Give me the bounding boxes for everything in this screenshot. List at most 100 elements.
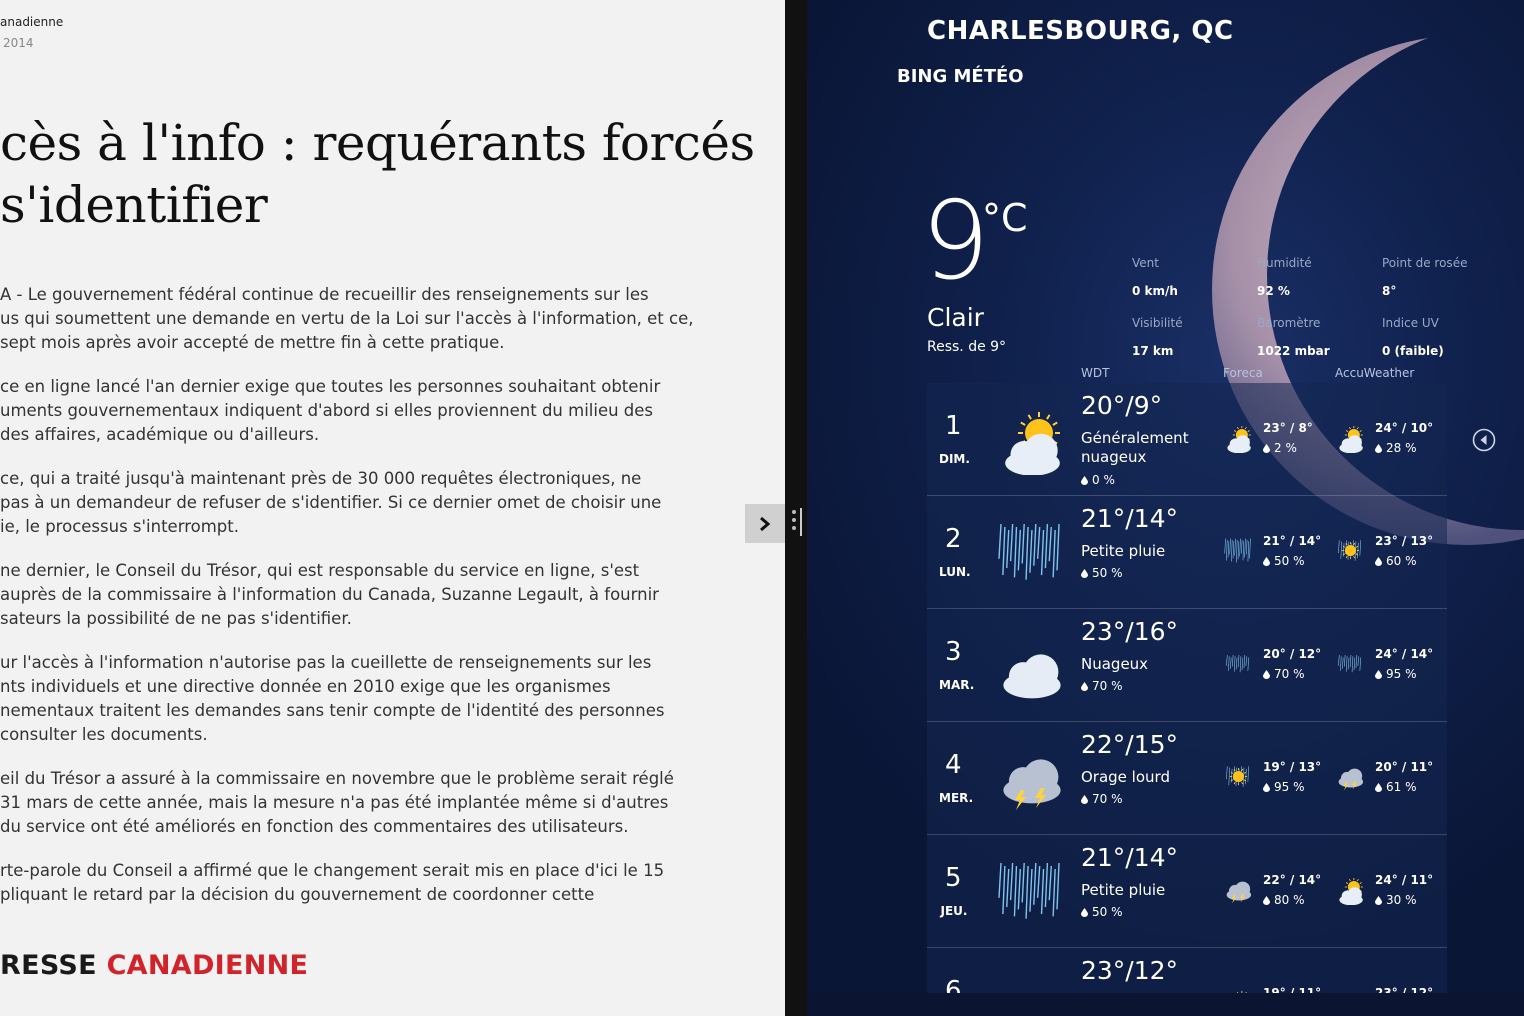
day-of-week: JEU. (940, 904, 968, 918)
accuweather-forecast: 24° / 14° 95 % (1335, 645, 1445, 685)
paragraph-line: uments gouvernementaux indiquent d'abord… (0, 401, 654, 420)
foreca-precip: 80 % (1263, 893, 1305, 907)
forecast-day-row[interactable]: 3 MAR. 23°/16° Nuageux 70 % 20° / 12° 70… (927, 609, 1447, 722)
rain-icon (998, 862, 1060, 919)
stat-value: 8° (1382, 284, 1397, 298)
accuweather-forecast: 20° / 11° 61 % (1335, 758, 1445, 798)
day-number: 1 (945, 411, 962, 441)
precip-value: 95 % (1274, 780, 1305, 794)
city-name: CHARLESBOURG, QC (927, 16, 1234, 46)
paragraph-line: ur l'accès à l'information n'autorise pa… (0, 653, 652, 672)
drop-icon (1263, 896, 1270, 905)
app-splitter[interactable] (785, 0, 807, 1016)
day-of-week: MER. (939, 791, 974, 805)
accuweather-precip: 30 % (1375, 893, 1417, 907)
day-number: 2 (945, 524, 962, 554)
provider-accuweather: AccuWeather (1335, 366, 1415, 380)
stat-label: Point de rosée (1382, 256, 1468, 270)
accuweather-temp: 23° / 12° (1375, 986, 1434, 993)
day-precip: 70 % (1081, 679, 1123, 693)
paragraph-line: sept mois après avoir accepté de mettre … (0, 333, 505, 352)
paragraph-line: 31 mars de cette année, mais la mesure n… (0, 793, 669, 812)
drop-icon (1081, 569, 1088, 578)
headline-line: s'identifier (0, 176, 268, 234)
drop-icon (1081, 682, 1088, 691)
day-number: 4 (945, 750, 962, 780)
article-paragraph: ne dernier, le Conseil du Trésor, qui es… (0, 559, 720, 631)
drop-icon (1081, 908, 1088, 917)
foreca-forecast: 22° / 14° 80 % (1223, 871, 1333, 911)
day-high-low: 22°/15° (1081, 730, 1179, 759)
drop-icon (1263, 783, 1270, 792)
thunderstorm-icon (1003, 759, 1061, 810)
drop-icon (1263, 444, 1270, 453)
paragraph-line: ce, qui a traité jusqu'à maintenant près… (0, 469, 642, 488)
day-high-low: 23°/12° (1081, 956, 1179, 985)
article-paragraph: A - Le gouvernement fédéral continue de … (0, 283, 720, 355)
partly-cloudy-icon (1339, 426, 1363, 453)
provider-wdt: WDT (1081, 366, 1110, 380)
drop-icon (1375, 670, 1382, 679)
day-condition: Orage lourd (1081, 768, 1170, 786)
stat-visibility: Visibilité 17 km (1132, 316, 1183, 358)
day-high-low: 21°/14° (1081, 843, 1179, 872)
paragraph-line: eil du Trésor a assuré à la commissaire … (0, 769, 674, 788)
foreca-forecast: 23° / 8° 2 % (1223, 419, 1333, 459)
precip-value: 70 % (1092, 792, 1123, 806)
drop-icon (1263, 557, 1270, 566)
circle-left-arrow-icon[interactable] (1472, 428, 1496, 452)
forecast-day-row[interactable]: 4 MER. 22°/15° Orage lourd 70 % 19° / 13… (927, 722, 1447, 835)
precip-value: 70 % (1274, 667, 1305, 681)
provider-foreca: Foreca (1223, 366, 1263, 380)
forecast-day-row[interactable]: 1 DIM. 20°/9° Généralement nuageux 0 % 2… (927, 383, 1447, 496)
forecast-day-row[interactable]: 5 JEU. 21°/14° Petite pluie 50 % 22° / 1… (927, 835, 1447, 948)
day-precip: 0 % (1081, 473, 1115, 487)
drop-icon (1375, 783, 1382, 792)
foreca-temp: 22° / 14° (1263, 873, 1322, 887)
accuweather-precip: 28 % (1375, 441, 1417, 455)
stat-label: Baromètre (1257, 316, 1321, 330)
drop-icon (1375, 444, 1382, 453)
thunderstorm-icon (1338, 768, 1364, 791)
forecast-list[interactable]: 1 DIM. 20°/9° Généralement nuageux 0 % 2… (927, 383, 1447, 993)
precip-value: 2 % (1274, 441, 1297, 455)
splitter-handle[interactable] (800, 508, 802, 536)
accuweather-precip: 95 % (1375, 667, 1417, 681)
paragraph-line: nts individuels et une directive donnée … (0, 677, 611, 696)
article-headline: cès à l'info : requérants forcés s'ident… (0, 112, 755, 236)
partly-cloudy-icon (1339, 878, 1363, 905)
stat-wind: Vent 0 km/h (1132, 256, 1178, 298)
accuweather-temp: 23° / 13° (1375, 534, 1434, 548)
stat-uv-index: Indice UV 0 (faible) (1382, 316, 1444, 358)
precip-value: 60 % (1386, 554, 1417, 568)
feels-like: Ress. de 9° (927, 339, 1007, 355)
foreca-forecast: 20° / 12° 70 % (1223, 645, 1333, 685)
forecast-day-row[interactable]: 6 23°/12° 19° / 11° 23° / 12° (927, 948, 1447, 993)
foreca-precip: 70 % (1263, 667, 1305, 681)
foreca-temp: 23° / 8° (1263, 421, 1313, 435)
precip-value: 80 % (1274, 893, 1305, 907)
forecast-day-row[interactable]: 2 LUN. 21°/14° Petite pluie 50 % 21° / 1… (927, 496, 1447, 609)
stat-value: 17 km (1132, 344, 1174, 358)
splitter-grip-icon[interactable] (792, 510, 796, 534)
article-pane: anadienne 2014 cès à l'info : requérants… (0, 0, 785, 1016)
accuweather-forecast: 24° / 10° 28 % (1335, 419, 1445, 459)
next-article-button[interactable] (745, 504, 785, 543)
drop-icon (1081, 476, 1088, 485)
partly-cloudy-icon (1005, 412, 1060, 475)
sun-shower-icon (1338, 540, 1362, 561)
showers-icon (1338, 654, 1362, 673)
foreca-precip: 50 % (1263, 554, 1305, 568)
stat-value: 0 km/h (1132, 284, 1178, 298)
showers-icon (1226, 654, 1250, 673)
foreca-forecast: 19° / 13° 95 % (1223, 758, 1333, 798)
day-high-low: 23°/16° (1081, 617, 1179, 646)
temperature-unit: °C (982, 196, 1028, 240)
day-number: 3 (945, 637, 962, 667)
day-condition: Généralement nuageux (1081, 429, 1189, 466)
drop-icon (1081, 795, 1088, 804)
drop-icon (1375, 896, 1382, 905)
cloud-icon (1003, 654, 1061, 699)
thunderstorm-icon (1226, 881, 1252, 904)
article-paragraph: ce en ligne lancé l'an dernier exige que… (0, 375, 720, 447)
